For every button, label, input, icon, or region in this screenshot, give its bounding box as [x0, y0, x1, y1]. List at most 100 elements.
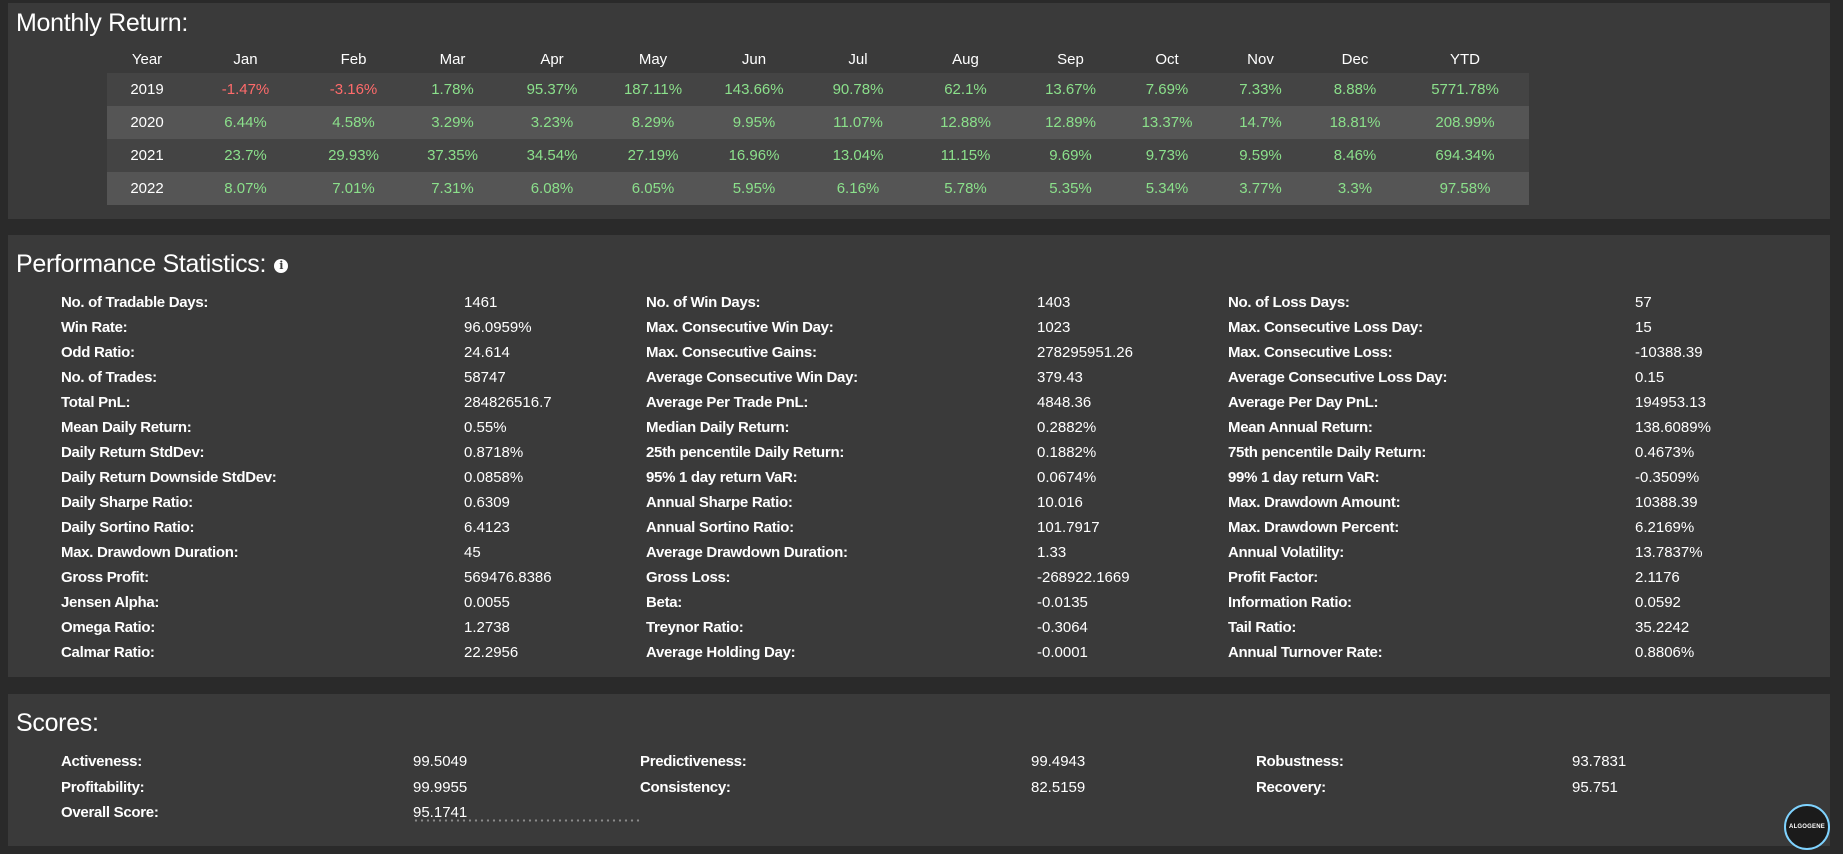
return-cell: 13.67% [1045, 81, 1096, 98]
return-cell: 6.16% [836, 180, 880, 197]
return-cell: 7.01% [332, 180, 375, 197]
performance-statistics-title: Performance Statistics: i [16, 250, 289, 279]
return-cell: 9.69% [1049, 147, 1092, 164]
stat-label: Activeness: [61, 753, 142, 770]
stat-value: 1023 [1037, 319, 1071, 336]
stat-label: Annual Turnover Rate: [1228, 644, 1383, 661]
return-cell: 8.46% [1333, 147, 1377, 164]
stat-value: 6.2169% [1635, 519, 1695, 536]
column-header-aug: Aug [952, 50, 979, 68]
stat-label: Predictiveness: [640, 753, 747, 770]
stat-value: 6.4123 [464, 519, 510, 536]
stat-value: 284826516.7 [464, 394, 552, 411]
stat-value: 0.0055 [464, 594, 510, 611]
stat-label: Annual Sharpe Ratio: [646, 494, 793, 511]
stat-value: 0.1882% [1037, 444, 1097, 461]
stat-label: Annual Volatility: [1228, 544, 1344, 561]
column-header-mar: Mar [439, 50, 466, 68]
return-cell: 18.81% [1329, 114, 1381, 131]
column-header-jul: Jul [848, 50, 868, 68]
stat-label: Gross Loss: [646, 569, 731, 586]
performance-statistics-title-text: Performance Statistics: [16, 250, 267, 278]
stat-label: Gross Profit: [61, 569, 149, 586]
stat-value: 22.2956 [464, 644, 519, 661]
stat-label: No. of Trades: [61, 369, 157, 386]
stat-value: 1.33 [1037, 544, 1067, 561]
return-cell: 14.7% [1239, 114, 1282, 131]
stat-label: Profitability: [61, 778, 145, 796]
stat-value: 1403 [1037, 294, 1071, 311]
stat-value: 99.4943 [1031, 753, 1086, 770]
stat-value: 58747 [464, 369, 506, 386]
stat-label: Max. Consecutive Gains: [646, 344, 817, 361]
return-cell: 3.77% [1239, 180, 1282, 197]
stat-value: 194953.13 [1635, 394, 1706, 411]
stat-label: Average Consecutive Win Day: [646, 369, 858, 386]
column-header-feb: Feb [340, 50, 367, 68]
return-cell: 9.73% [1145, 147, 1189, 164]
return-cell: 208.99% [1435, 114, 1495, 131]
return-cell: 6.05% [631, 180, 675, 197]
table-row: 2022 8.07% 7.01% 7.31% 6.08% 6.05% 5.95% 6.16% 5… [107, 172, 1529, 205]
stat-label: Daily Sortino Ratio: [61, 519, 195, 536]
stat-label: Max. Consecutive Loss Day: [1228, 319, 1423, 336]
stat-value: -0.3064 [1037, 619, 1088, 636]
return-cell: 23.7% [224, 147, 267, 164]
return-cell: 9.95% [732, 114, 776, 131]
stat-value: 99.5049 [413, 753, 468, 770]
stat-label: Average Per Day PnL: [1228, 394, 1379, 411]
stat-value: 0.0858% [464, 469, 524, 486]
stat-label: Annual Sortino Ratio: [646, 519, 794, 536]
return-cell: 3.23% [530, 114, 574, 131]
stat-value: 1461 [464, 294, 498, 311]
return-cell: 1.78% [431, 81, 474, 98]
return-cell: 11.15% [940, 147, 991, 164]
stat-label: Profit Factor: [1228, 569, 1318, 586]
return-cell: 3.3% [1337, 180, 1373, 197]
return-cell: 37.35% [427, 147, 478, 164]
algogene-logo[interactable]: ALGOGENE [1784, 804, 1830, 850]
column-header-sep: Sep [1057, 50, 1084, 68]
column-header-year: Year [131, 50, 163, 68]
stat-value: 82.5159 [1031, 778, 1086, 796]
table-row: 2020 6.44% 4.58% 3.29% 3.23% 8.29% 9.95% 11.07%… [107, 106, 1529, 139]
stat-label: Calmar Ratio: [61, 644, 155, 661]
stat-value: 278295951.26 [1037, 344, 1133, 361]
return-cell: 6.08% [530, 180, 574, 197]
stat-value: 0.15 [1635, 369, 1665, 386]
column-header-dec: Dec [1341, 50, 1369, 68]
stat-value: 0.8718% [464, 444, 524, 461]
return-cell: 5.34% [1145, 180, 1189, 197]
return-cell: 7.31% [431, 180, 474, 197]
column-header-ytd: YTD [1450, 50, 1480, 68]
stat-value: 0.0674% [1037, 469, 1097, 486]
stat-value: 13.7837% [1635, 544, 1703, 561]
return-cell: 97.58% [1439, 180, 1491, 197]
stat-value: 0.8806% [1635, 644, 1695, 661]
return-cell: 90.78% [832, 81, 884, 98]
stat-label: Overall Score: [61, 804, 159, 821]
stat-label: Omega Ratio: [61, 619, 155, 636]
return-cell: 12.89% [1045, 114, 1096, 131]
info-icon[interactable]: i [274, 259, 289, 273]
stat-value: 57 [1635, 294, 1652, 311]
stat-label: Mean Daily Return: [61, 419, 192, 436]
return-cell: 8.88% [1333, 81, 1377, 98]
stat-label: Consistency: [640, 778, 731, 796]
stat-label: Average Per Trade PnL: [646, 394, 809, 411]
column-header-oct: Oct [1155, 50, 1179, 68]
return-cell: 5.35% [1049, 180, 1092, 197]
stat-value: 0.2882% [1037, 419, 1097, 436]
stat-value: -0.0135 [1037, 594, 1088, 611]
stat-label: 99% 1 day return VaR: [1228, 469, 1380, 486]
return-cell: 95.37% [526, 81, 578, 98]
stat-label: Daily Return Downside StdDev: [61, 469, 277, 486]
stat-label: Average Holding Day: [646, 644, 796, 661]
scores-title: Scores: [16, 709, 99, 737]
stat-value: 4848.36 [1037, 394, 1092, 411]
stat-value: 45 [464, 544, 481, 561]
return-cell: -3.16% [329, 81, 378, 98]
stat-value: 0.6309 [464, 494, 510, 511]
return-cell: 8.07% [224, 180, 267, 197]
stat-label: 95% 1 day return VaR: [646, 469, 798, 486]
